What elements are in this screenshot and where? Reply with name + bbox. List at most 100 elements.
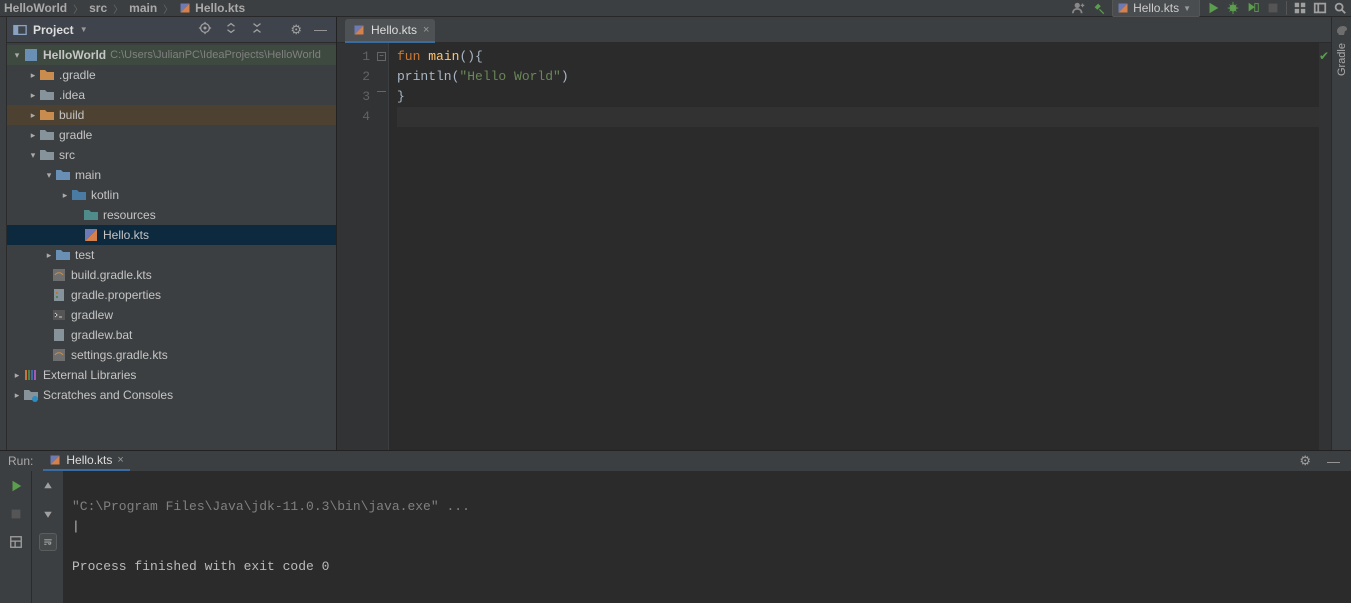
chevron-right-icon[interactable]: ▸	[11, 390, 23, 401]
gradle-stripe-label[interactable]: Gradle	[1336, 43, 1348, 76]
tree-item-hello-kts[interactable]: Hello.kts	[7, 225, 336, 245]
scratches-icon	[23, 387, 39, 403]
kotlin-file-icon	[1117, 2, 1129, 14]
chevron-down-icon[interactable]: ▾	[43, 170, 55, 181]
code-line[interactable]: fun main(){	[397, 47, 1319, 67]
stop-icon[interactable]	[1266, 1, 1280, 15]
tree-item-gradle-dir[interactable]: ▸ .gradle	[7, 65, 336, 85]
tree-item-gradle-folder[interactable]: ▸ gradle	[7, 125, 336, 145]
chevron-right-icon: 〉	[113, 1, 123, 16]
console-line: Process finished with exit code 0	[72, 559, 329, 574]
debug-icon[interactable]	[1226, 1, 1240, 15]
code-line-active[interactable]	[397, 107, 1319, 127]
inspection-ok-icon[interactable]: ✔	[1319, 49, 1329, 63]
panel-title[interactable]: Project	[33, 23, 74, 37]
gutter-line[interactable]: 4	[337, 107, 388, 127]
left-tool-stripe[interactable]	[0, 17, 7, 450]
soft-wrap-icon[interactable]	[39, 533, 57, 551]
breadcrumb-main[interactable]: main	[129, 1, 157, 15]
code-line[interactable]: println("Hello World")	[397, 67, 1319, 87]
run-tool-window: Run: Hello.kts × ⚙ — "C:\Program Files\	[0, 450, 1351, 561]
project-view-icon	[13, 23, 27, 37]
fold-end-icon[interactable]	[377, 87, 386, 92]
tree-item-gradlew-bat[interactable]: gradlew.bat	[7, 325, 336, 345]
gutter-line[interactable]: 1−	[337, 47, 388, 67]
down-stack-icon[interactable]	[39, 505, 57, 523]
run-tab-hello-kts[interactable]: Hello.kts ×	[43, 451, 129, 471]
code-line[interactable]: }	[397, 87, 1319, 107]
layout-icon[interactable]	[7, 533, 25, 551]
chevron-right-icon: 〉	[73, 1, 83, 16]
chevron-right-icon[interactable]: ▸	[43, 250, 55, 261]
tree-item-build-gradle-kts[interactable]: build.gradle.kts	[7, 265, 336, 285]
build-hammer-icon[interactable]	[1092, 1, 1106, 15]
gutter-line[interactable]: 2	[337, 67, 388, 87]
project-tree[interactable]: ▾ HelloWorld C:\Users\JulianPC\IdeaProje…	[7, 43, 336, 450]
gear-icon[interactable]: ⚙	[287, 22, 305, 38]
editor-tab-hello-kts[interactable]: Hello.kts ×	[345, 19, 435, 43]
add-user-icon[interactable]	[1072, 1, 1086, 15]
tree-root[interactable]: ▾ HelloWorld C:\Users\JulianPC\IdeaProje…	[7, 45, 336, 65]
up-stack-icon[interactable]	[39, 477, 57, 495]
gradle-kts-icon	[51, 347, 67, 363]
folder-icon	[39, 67, 55, 83]
tree-item-gradle-properties[interactable]: gradle.properties	[7, 285, 336, 305]
gear-icon[interactable]: ⚙	[1296, 453, 1314, 469]
close-icon[interactable]: ×	[117, 454, 123, 466]
git-icon[interactable]	[1293, 1, 1307, 15]
minimize-icon[interactable]: —	[1324, 454, 1343, 469]
editor-body[interactable]: 1− 2 3 4 fun main(){ println("Hello Worl…	[337, 43, 1331, 450]
run-coverage-icon[interactable]	[1246, 1, 1260, 15]
breadcrumb-project[interactable]: HelloWorld	[4, 1, 67, 15]
locate-icon[interactable]	[195, 21, 215, 38]
tree-item-build-dir[interactable]: ▸ build	[7, 105, 336, 125]
tree-item-src[interactable]: ▾ src	[7, 145, 336, 165]
rerun-icon[interactable]	[7, 477, 25, 495]
folder-icon	[39, 87, 55, 103]
expand-all-icon[interactable]	[221, 21, 241, 38]
console-output[interactable]: "C:\Program Files\Java\jdk-11.0.3\bin\ja…	[64, 471, 1351, 603]
tree-item-settings-gradle-kts[interactable]: settings.gradle.kts	[7, 345, 336, 365]
chevron-down-icon[interactable]: ▾	[11, 50, 23, 61]
chevron-right-icon[interactable]: ▸	[11, 370, 23, 381]
breadcrumb-src[interactable]: src	[89, 1, 107, 15]
tree-item-kotlin[interactable]: ▸ kotlin	[7, 185, 336, 205]
chevron-right-icon[interactable]: ▸	[27, 70, 39, 81]
kotlin-script-icon	[353, 24, 365, 36]
tree-item-resources[interactable]: resources	[7, 205, 336, 225]
project-tool-window: Project ▼ ⚙ — ▾ HelloWorld C:\Users\Juli…	[7, 17, 337, 450]
close-icon[interactable]: ×	[423, 24, 429, 36]
gutter-line[interactable]: 3	[337, 87, 388, 107]
tree-item-external-libraries[interactable]: ▸ External Libraries	[7, 365, 336, 385]
run-icon[interactable]	[1206, 1, 1220, 15]
run-config-label: Hello.kts	[1133, 1, 1179, 15]
chevron-down-icon[interactable]: ▼	[80, 25, 88, 34]
chevron-down-icon[interactable]: ▾	[27, 150, 39, 161]
chevron-right-icon[interactable]: ▸	[59, 190, 71, 201]
marker-stripe[interactable]: ✔	[1319, 43, 1331, 450]
chevron-right-icon[interactable]: ▸	[27, 130, 39, 141]
fold-minus-icon[interactable]: −	[377, 52, 386, 61]
collapse-all-icon[interactable]	[247, 21, 267, 38]
tree-item-test[interactable]: ▸ test	[7, 245, 336, 265]
tree-item-idea-dir[interactable]: ▸ .idea	[7, 85, 336, 105]
editor-gutter[interactable]: 1− 2 3 4	[337, 43, 389, 450]
right-tool-stripe[interactable]: Gradle	[1331, 17, 1351, 450]
run-config-selector[interactable]: Hello.kts ▼	[1112, 0, 1200, 17]
chevron-right-icon[interactable]: ▸	[27, 90, 39, 101]
folder-icon	[39, 107, 55, 123]
breadcrumb-file[interactable]: Hello.kts	[195, 1, 245, 15]
console-caret: |	[72, 519, 80, 534]
code-area[interactable]: fun main(){ println("Hello World") }	[389, 43, 1319, 450]
tree-item-scratches[interactable]: ▸ Scratches and Consoles	[7, 385, 336, 405]
chevron-right-icon[interactable]: ▸	[27, 110, 39, 121]
tree-item-main[interactable]: ▾ main	[7, 165, 336, 185]
stop-icon[interactable]	[7, 505, 25, 523]
gradle-elephant-icon[interactable]	[1334, 23, 1350, 39]
update-project-icon[interactable]	[1313, 1, 1327, 15]
properties-icon	[51, 287, 67, 303]
search-everywhere-icon[interactable]	[1333, 1, 1347, 15]
minimize-icon[interactable]: —	[311, 22, 330, 37]
chevron-down-icon: ▼	[1183, 4, 1191, 13]
tree-item-gradlew[interactable]: gradlew	[7, 305, 336, 325]
